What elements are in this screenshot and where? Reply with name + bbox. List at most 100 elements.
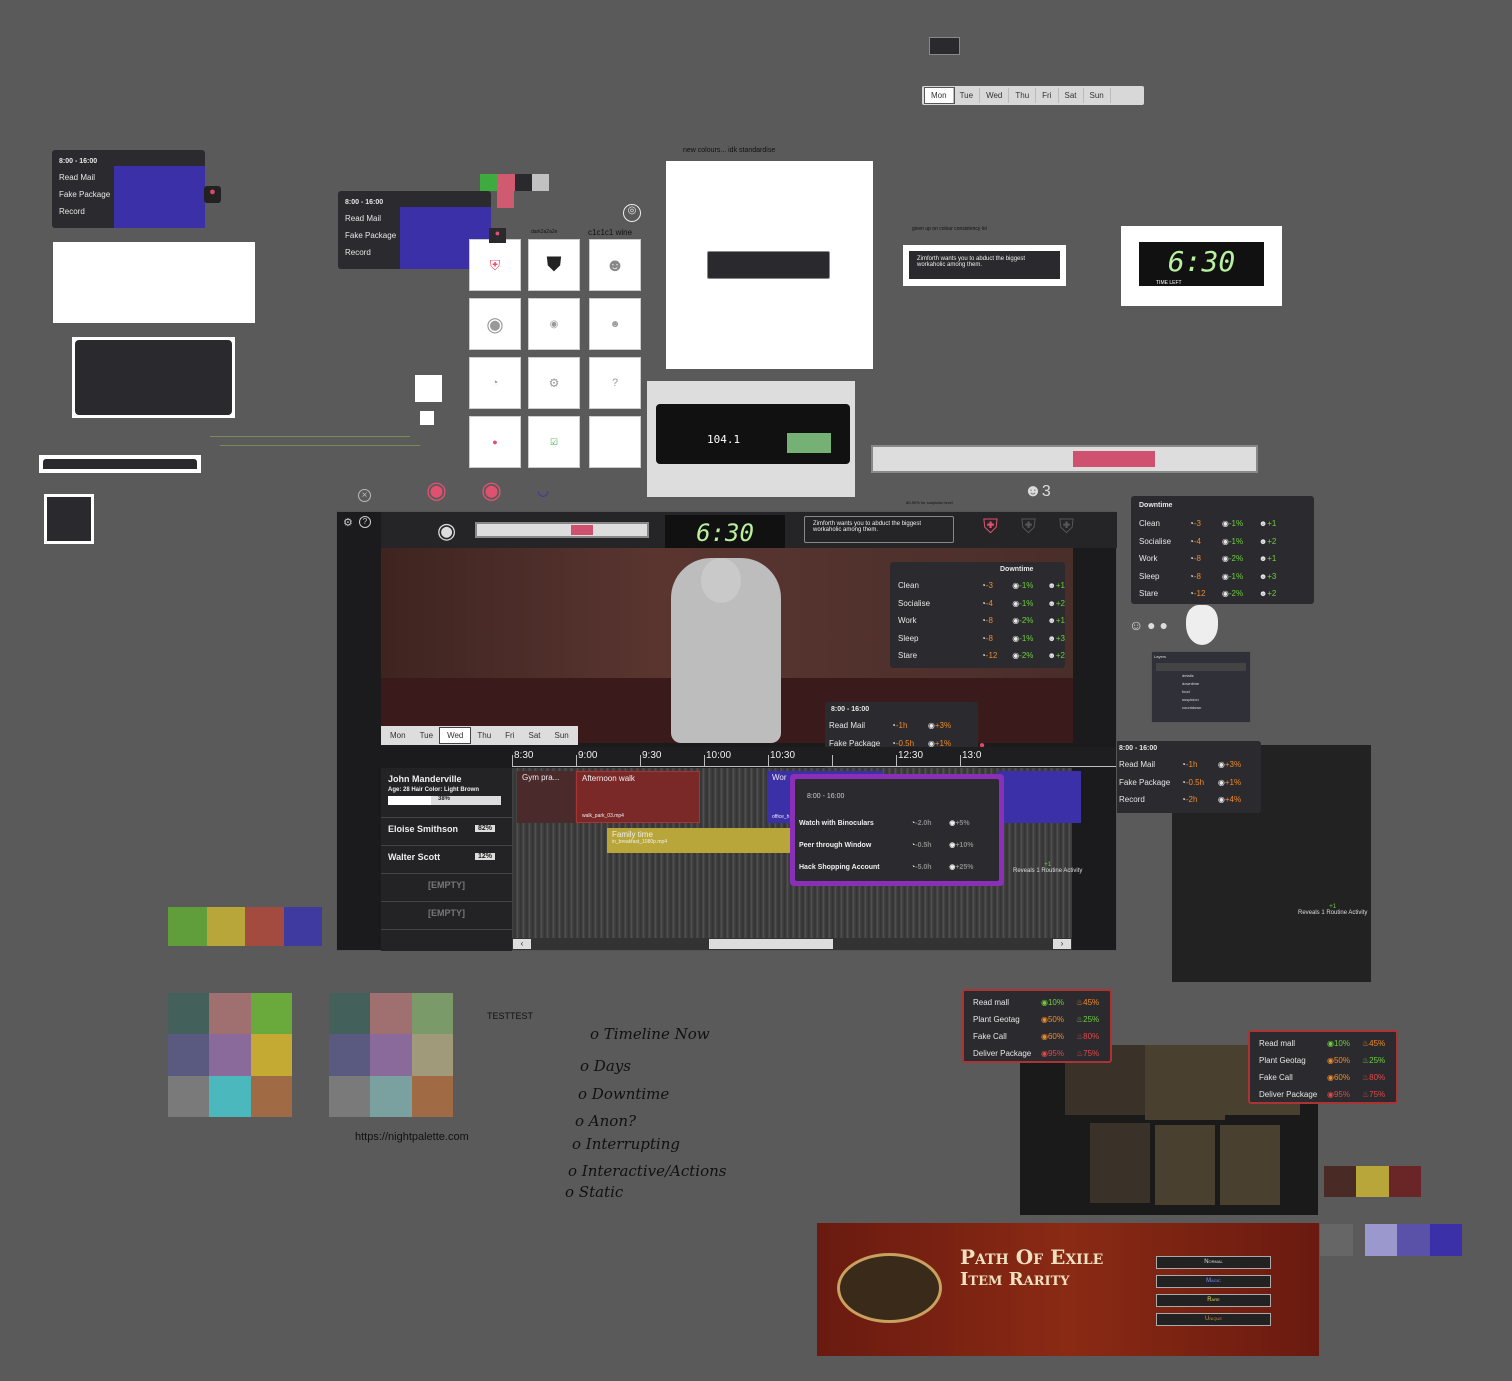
downtime-row[interactable]: Clean ◔ -3 ◉ -1% ☻ +1 — [890, 577, 1065, 595]
scroll-thumb[interactable] — [709, 939, 833, 949]
rarity-row[interactable]: Plant Geotag ◉ 50% ♨ 25% — [1250, 1052, 1396, 1069]
day-tab-sun[interactable]: Sun — [548, 728, 576, 743]
downtime-row[interactable]: Stare ◔ -12 ◉ -2% ☻ +2 — [1131, 585, 1314, 603]
url-link[interactable]: https://nightpalette.com — [355, 1131, 469, 1143]
rarity-row[interactable]: Deliver Package ◉ 95% ♨ 75% — [964, 1045, 1110, 1062]
police-badge-icon[interactable]: ⛨ — [469, 239, 521, 291]
downtime-name: Sleep — [898, 633, 919, 643]
block-work-2[interactable] — [997, 771, 1081, 823]
eye-icon: ◉ — [1217, 777, 1225, 787]
scroll-left-icon[interactable]: ‹ — [513, 939, 531, 949]
downtime-row[interactable]: Work ◔ -8 ◉ -2% ☻ +1 — [890, 612, 1065, 630]
action-row[interactable]: Hack Shopping Account ◔ -5.0h ◉ +25% — [799, 856, 995, 878]
scrollbar[interactable]: ‹ › — [512, 938, 1072, 950]
downtime-row[interactable]: Sleep ◔ -8 ◉ -1% ☻ +3 — [1131, 568, 1314, 586]
downtime-row[interactable]: Socialise ◔ -4 ◉ -1% ☻ +2 — [890, 595, 1065, 613]
schedule-pct: +4% — [1224, 795, 1242, 805]
day-tab-wed[interactable]: Wed — [439, 727, 472, 744]
day-tab-mon[interactable]: Mon — [924, 87, 955, 104]
layer-item[interactable]: downtime — [1182, 681, 1250, 689]
block-walk[interactable]: Afternoon walk walk_park_03.mp4 — [576, 771, 700, 823]
block-family[interactable]: Family time in_breakfast_1080p.mp4 — [607, 828, 792, 853]
schedule-card: 8:00 - 16:00 Read Mail Fake Package Reco… — [52, 150, 205, 228]
day-tab-sat[interactable]: Sat — [522, 728, 548, 743]
rarity-tier: Rare — [1156, 1294, 1271, 1307]
fire-icon: ♨ — [1361, 1073, 1370, 1082]
rarity-fire: 80% — [1369, 1073, 1386, 1082]
rarity-name: Deliver Package — [973, 1049, 1032, 1058]
police-badge-icon[interactable]: ⛊ — [528, 239, 580, 291]
layer-item[interactable]: countdown — [1182, 705, 1250, 713]
day-tabs[interactable]: Mon Tue Wed Thu Fri Sat Sun — [381, 726, 578, 745]
schedule-row[interactable]: Fake Package ◔ -0.5h ◉ +1% — [1115, 774, 1261, 792]
rarity-name: Fake Call — [973, 1032, 1007, 1041]
rarity-row[interactable]: Plant Geotag ◉ 50% ♨ 25% — [964, 1011, 1110, 1028]
schedule-row[interactable]: Read Mail ◔ -1h ◉ +3% — [1115, 756, 1261, 774]
downtime-mask: +3 — [1267, 571, 1277, 581]
scroll-right-icon[interactable]: › — [1053, 939, 1071, 949]
day-tab-wed[interactable]: Wed — [980, 88, 1010, 103]
eye-icon[interactable]: ◉ — [528, 298, 580, 350]
rarity-row[interactable]: Deliver Package ◉ 95% ♨ 75% — [1250, 1086, 1396, 1103]
rarity-row[interactable]: Fake Call ◉ 60% ♨ 80% — [964, 1028, 1110, 1045]
action-row[interactable]: Peer through Window ◔ -0.5h ◉ +10% — [799, 834, 995, 856]
day-tab-fri[interactable]: Fri — [498, 728, 521, 743]
downtime-row[interactable]: Stare ◔ -12 ◉ -2% ☻ +2 — [890, 647, 1065, 665]
label-dark: dark2a2a2e — [531, 229, 558, 235]
person-row[interactable]: Walter Scott 12% — [381, 846, 512, 874]
layer-item[interactable]: details — [1182, 673, 1250, 681]
eye-icon[interactable]: ◉ — [469, 298, 521, 350]
layer-item[interactable]: food — [1182, 689, 1250, 697]
rarity-panel-2: Read mall ◉ 10% ♨ 45% Plant Geotag ◉ 50% ♨ 25… — [1248, 1030, 1398, 1104]
downtime-time: -4 — [1193, 536, 1201, 546]
day-tab-fri[interactable]: Fri — [1036, 88, 1059, 103]
closed-eye-icon: ◡ — [537, 482, 550, 498]
day-tab-sat[interactable]: Sat — [1059, 88, 1084, 103]
block-label: Family time — [612, 830, 653, 839]
schedule-row[interactable]: Read Mail ◔ -1h ◉ +3% — [825, 717, 978, 735]
person-row[interactable]: John Manderville Age: 28 Hair Color: Ligh… — [381, 768, 512, 818]
day-selector-top[interactable]: Mon Tue Wed Thu Fri Sat Sun — [922, 86, 1144, 105]
person-row[interactable]: Eloise Smithson 82% — [381, 818, 512, 846]
schedule-row[interactable]: Record◔ -2h◉ +4% — [1115, 791, 1261, 809]
day-tab-thu[interactable]: Thu — [1009, 88, 1037, 103]
block-gym[interactable]: Gym pra... — [517, 771, 575, 823]
rarity-fire: 80% — [1083, 1032, 1100, 1041]
rarity-row[interactable]: Read mall ◉ 10% ♨ 45% — [1250, 1035, 1396, 1052]
rarity-row[interactable]: Fake Call ◉ 60% ♨ 80% — [1250, 1069, 1396, 1086]
gear-icon[interactable]: ⚙ — [528, 357, 580, 409]
checkbox-icon[interactable]: ☑ — [528, 416, 580, 468]
day-tab-tue[interactable]: Tue — [954, 88, 981, 103]
close-circle-icon[interactable]: × — [358, 489, 371, 502]
action-pct: +10% — [955, 841, 974, 849]
action-row[interactable]: Watch with Binoculars ◔ -2.0h ◉ +5% — [799, 812, 995, 834]
day-tab-sun[interactable]: Sun — [1084, 88, 1111, 103]
downtime-row[interactable]: Work ◔ -8 ◉ -2% ☻ +1 — [1131, 550, 1314, 568]
rarity-eye: 50% — [1333, 1056, 1350, 1065]
rarity-name: Fake Call — [1259, 1073, 1293, 1082]
clock-icon[interactable]: ◔ — [469, 357, 521, 409]
help-icon[interactable]: ? — [589, 357, 641, 409]
palette-grid — [168, 993, 292, 1117]
mask-icon[interactable]: ☻ — [589, 239, 641, 291]
day-tab-mon[interactable]: Mon — [383, 728, 413, 743]
rarity-row[interactable]: Read mall ◉ 10% ♨ 45% — [964, 994, 1110, 1011]
blank-tile[interactable] — [589, 416, 641, 468]
mask-icon[interactable]: ● — [469, 416, 521, 468]
person-row[interactable]: [EMPTY] — [381, 874, 512, 902]
downtime-row[interactable]: Socialise ◔ -4 ◉ -1% ☻ +2 — [1131, 533, 1314, 551]
todo-item: o Static — [565, 1183, 624, 1201]
help-icon[interactable]: ? — [359, 516, 371, 528]
layer-item[interactable]: suspicion — [1182, 697, 1250, 705]
gear-icon[interactable]: ⚙ — [343, 516, 353, 529]
downtime-row[interactable]: Sleep ◔ -8 ◉ -1% ☻ +3 — [890, 630, 1065, 648]
day-tab-tue[interactable]: Tue — [413, 728, 441, 743]
day-tab-thu[interactable]: Thu — [470, 728, 498, 743]
block-label: Wor — [772, 773, 787, 782]
eye-icon: ◉ — [1221, 571, 1229, 581]
suspicion-bar — [871, 445, 1258, 473]
mask-icon[interactable]: ☻ — [589, 298, 641, 350]
person-row[interactable]: [EMPTY] — [381, 902, 512, 930]
downtime-row[interactable]: Clean ◔ -3 ◉ -1% ☻ +1 — [1131, 515, 1314, 533]
downtime-suspicion: -1% — [1019, 598, 1034, 608]
